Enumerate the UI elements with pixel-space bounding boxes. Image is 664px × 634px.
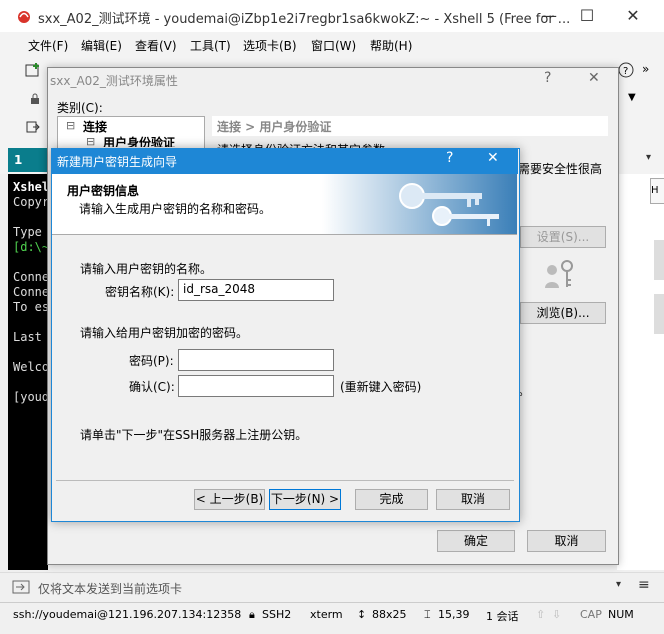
send-menu-icon[interactable]: ≡ (638, 577, 650, 593)
menu-tabs[interactable]: 选项卡(B) (243, 37, 297, 54)
wizard-cancel-button[interactable]: 取消 (436, 489, 510, 510)
menu-help[interactable]: 帮助(H) (370, 37, 412, 54)
status-term: xterm (310, 608, 343, 621)
finish-button[interactable]: 完成 (355, 489, 428, 510)
user-key-icon (545, 260, 573, 288)
props-cancel-button[interactable]: 取消 (527, 530, 606, 552)
tab-session-1[interactable]: 1 (8, 148, 48, 172)
properties-title: sxx_A02_测试环境属性 (50, 74, 178, 88)
terminal-line: [d:\~ (13, 240, 50, 254)
help-icon[interactable]: ? (618, 62, 634, 78)
menu-view[interactable]: 查看(V) (135, 37, 177, 54)
status-sessions: 1 会话 (486, 610, 519, 623)
properties-help-icon[interactable]: ? (544, 70, 551, 86)
terminal-line: Conne (13, 270, 50, 284)
tree-item-connection[interactable]: 连接 (83, 118, 107, 135)
ok-button[interactable]: 确定 (437, 530, 515, 552)
scroll-down-icon[interactable]: ⇩ (552, 608, 561, 621)
menu-window[interactable]: 窗口(W) (311, 37, 356, 54)
side-scroll (654, 294, 664, 334)
props-clipped-text: 需要安全性很高 (518, 162, 603, 176)
terminal-line: Xshel (13, 180, 50, 194)
new-session-icon[interactable] (25, 62, 41, 78)
menu-tools[interactable]: 工具(T) (190, 37, 231, 54)
terminal-line: Copyr (13, 195, 50, 209)
key-name-label: 密钥名称(K): (105, 285, 175, 299)
confirm-label: 确认(C): (129, 380, 175, 394)
wizard-title: 新建用户密钥生成向导 (57, 155, 178, 169)
banner-subtitle: 请输入生成用户密钥的名称和密码。 (79, 202, 272, 216)
wizard-help-icon[interactable]: ? (446, 150, 453, 166)
size-icon: ↕ (357, 608, 367, 621)
window-title: sxx_A02_测试环境 - youdemai@iZbp1e2i7regbr1s… (38, 12, 571, 27)
svg-text:?: ? (623, 66, 628, 77)
session-manager-icon[interactable] (26, 120, 40, 134)
terminal-line: Conne (13, 285, 50, 299)
menu-file[interactable]: 文件(F) (28, 37, 68, 54)
status-cap: CAP (580, 608, 602, 621)
lock-icon (31, 93, 39, 104)
send-text-icon[interactable] (12, 579, 30, 595)
terminal-line: To es (13, 300, 50, 314)
wizard-close-icon[interactable]: ✕ (487, 150, 499, 166)
cursor-icon: ⌶ (424, 608, 431, 621)
status-protocol: SSH2 (262, 608, 292, 621)
menu-edit[interactable]: 编辑(E) (81, 37, 122, 54)
status-cursor: 15,39 (438, 608, 470, 621)
next-hint: 请单击"下一步"在SSH服务器上注册公钥。 (80, 428, 308, 442)
side-scroll (654, 240, 664, 280)
tab-menu-icon[interactable]: ▾ (646, 152, 651, 163)
banner-title: 用户密钥信息 (67, 184, 140, 198)
maximize-icon[interactable]: ☐ (564, 0, 610, 32)
password-field[interactable] (178, 349, 334, 371)
key-name-field[interactable]: id_rsa_2048 (178, 279, 334, 301)
props-header: 连接 > 用户身份验证 (217, 120, 332, 134)
toolbar-more-icon[interactable]: » (642, 62, 649, 76)
terminal-line: [youd (13, 390, 50, 404)
xshell-logo-icon (18, 11, 30, 23)
confirm-password-field[interactable] (178, 375, 334, 397)
terminal-line: Welco (13, 360, 50, 374)
status-size: 88x25 (372, 608, 407, 621)
keys-banner-icon (322, 174, 517, 234)
scroll-up-icon[interactable]: ⇧ (536, 608, 545, 621)
category-label: 类别(C): (57, 101, 103, 115)
terminal-line: Type (13, 225, 50, 239)
back-button[interactable]: < 上一步(B) (194, 489, 265, 510)
send-bar-text[interactable]: 仅将文本发送到当前选项卡 (38, 580, 182, 597)
status-lock-icon: 🔒︎ (249, 608, 255, 621)
password-label: 密码(P): (129, 354, 174, 368)
name-prompt: 请输入用户密钥的名称。 (80, 262, 213, 276)
password-prompt: 请输入给用户密钥加密的密码。 (80, 326, 249, 340)
settings-button[interactable]: 设置(S)... (520, 226, 606, 248)
confirm-hint: (重新键入密码) (340, 380, 422, 394)
wizard-separator (56, 480, 514, 481)
tree-expand-icon[interactable]: ⊟ (66, 119, 75, 132)
status-connection: ssh://youdemai@121.196.207.134:12358 (13, 608, 242, 621)
next-button[interactable]: 下一步(N) > (269, 489, 341, 510)
side-panel (617, 174, 664, 570)
send-dropdown-icon[interactable]: ▾ (616, 579, 621, 590)
props-subheader: 请选择身份验证方法和其它参数 (217, 141, 385, 148)
close-icon[interactable]: ✕ (610, 0, 656, 32)
properties-close-icon[interactable]: ✕ (588, 70, 600, 86)
browse-button[interactable]: 浏览(B)... (520, 302, 606, 324)
side-panel-tab[interactable]: H (650, 178, 664, 204)
address-dropdown-icon[interactable]: ▼ (628, 92, 636, 103)
tree-item-auth[interactable]: 用户身份验证 (103, 134, 175, 147)
terminal-line: Last (13, 330, 50, 344)
status-num: NUM (608, 608, 634, 621)
tree-expand-icon[interactable]: ⊟ (86, 135, 95, 148)
